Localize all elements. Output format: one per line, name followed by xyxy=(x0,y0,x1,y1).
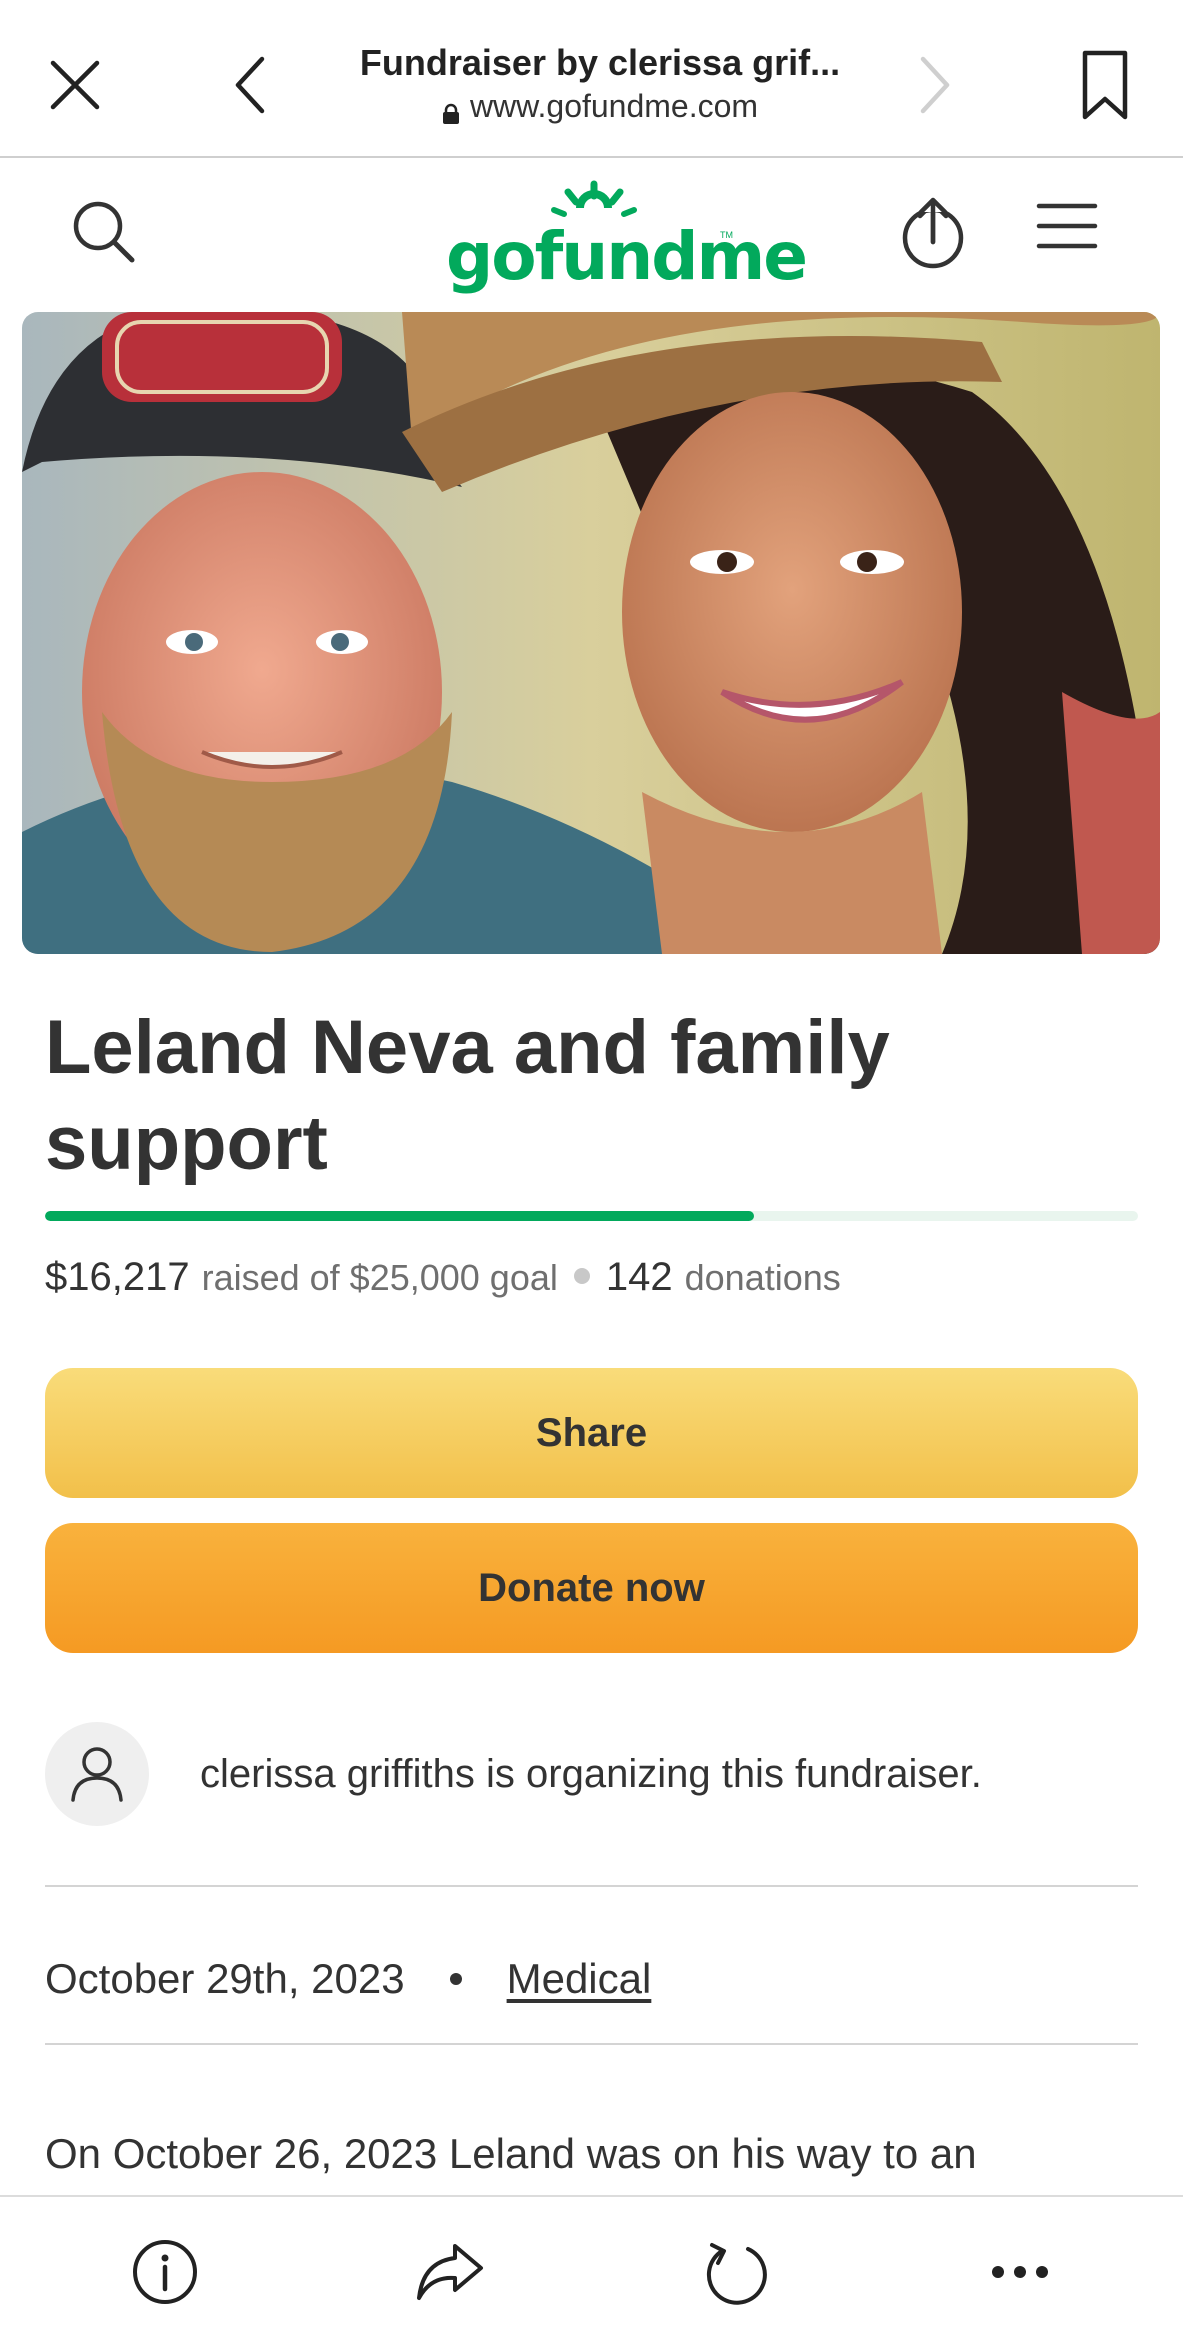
organizer-row: clerissa griffiths is organizing this fu… xyxy=(45,1722,1145,1832)
raised-goal-label: raised of $25,000 goal xyxy=(201,1257,558,1298)
share-icon[interactable] xyxy=(410,2232,490,2312)
lock-icon xyxy=(442,96,460,124)
separator-bullet xyxy=(449,1973,462,1985)
divider xyxy=(45,1885,1138,1887)
share-upload-icon[interactable] xyxy=(900,196,980,286)
browser-bar: Fundraiser by clerissa grif... www.gofun… xyxy=(0,0,1183,158)
site-header: gofundme TM xyxy=(0,158,1183,308)
more-icon[interactable] xyxy=(980,2232,1060,2312)
bottom-toolbar xyxy=(0,2195,1183,2332)
organizer-text: clerissa griffiths is organizing this fu… xyxy=(200,1752,982,1796)
close-icon[interactable] xyxy=(40,50,110,120)
forward-icon[interactable] xyxy=(900,50,970,120)
reload-icon[interactable] xyxy=(695,2232,775,2312)
back-icon[interactable] xyxy=(215,50,285,120)
story-text: On October 26, 2023 Leland was on his wa… xyxy=(45,2130,977,2177)
category-link[interactable]: Medical xyxy=(507,1955,652,2003)
user-icon xyxy=(45,1722,149,1826)
created-date: October 29th, 2023 xyxy=(45,1955,405,2002)
amount-raised: $16,217 xyxy=(45,1255,190,1299)
logo-trademark: TM xyxy=(720,230,733,240)
donations-count: 142 xyxy=(605,1255,673,1299)
info-icon[interactable] xyxy=(125,2232,205,2312)
fundraiser-title: Leland Neva and family support xyxy=(45,1005,890,1186)
browser-url-text: www.gofundme.com xyxy=(469,88,759,124)
separator-dot xyxy=(573,1268,590,1284)
gofundme-logo[interactable]: gofundme TM xyxy=(440,180,808,295)
share-button[interactable]: Share xyxy=(45,1368,1138,1498)
fundraiser-hero-image xyxy=(22,312,1160,954)
donations-label: donations xyxy=(684,1257,841,1298)
fundraising-stats: $16,217 raised of $25,000 goal 142 donat… xyxy=(45,1255,1145,1300)
search-icon[interactable] xyxy=(70,198,150,278)
menu-icon[interactable] xyxy=(1035,198,1115,278)
fundraiser-meta: October 29th, 2023 Medical xyxy=(45,1955,651,2003)
progress-bar xyxy=(45,1211,1138,1221)
browser-page-title: Fundraiser by clerissa grif... xyxy=(359,42,841,83)
donate-now-button[interactable]: Donate now xyxy=(45,1523,1138,1653)
browser-url[interactable]: www.gofundme.com xyxy=(320,88,880,125)
bookmark-icon[interactable] xyxy=(1070,45,1140,125)
logo-text: gofundme xyxy=(446,218,808,295)
progress-bar-fill xyxy=(45,1211,755,1221)
divider xyxy=(45,2043,1138,2045)
